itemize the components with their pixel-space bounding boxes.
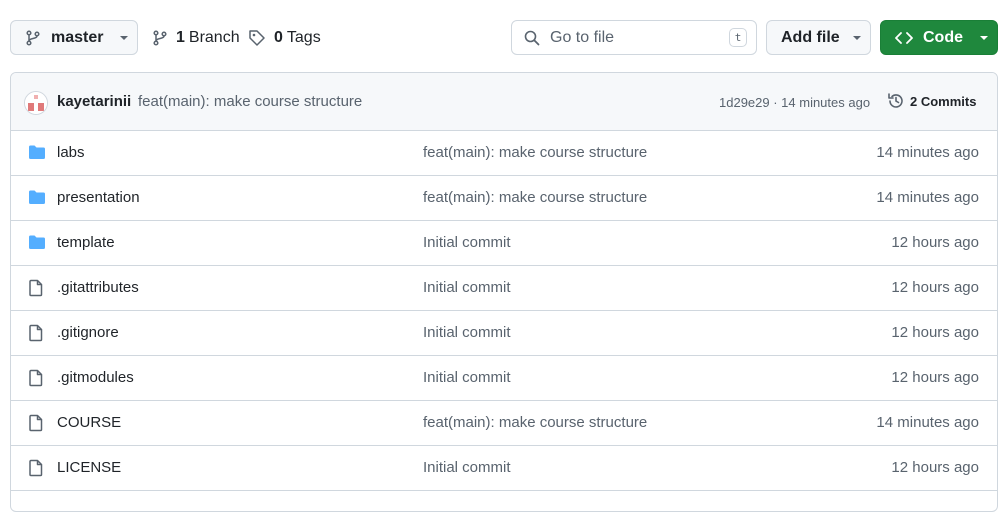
file-row[interactable]: .gitmodules Initial commit 12 hours ago <box>11 356 997 401</box>
branches-link[interactable]: 1 Branch <box>152 20 240 55</box>
file-icon <box>28 369 44 391</box>
file-name-link[interactable]: .gitmodules <box>57 369 134 386</box>
file-icon <box>28 459 44 481</box>
commits-history-link[interactable]: 2 Commits <box>887 92 976 110</box>
file-commit-age: 12 hours ago <box>891 324 979 341</box>
code-button[interactable]: Code <box>880 20 998 55</box>
file-name-link[interactable]: labs <box>57 144 85 161</box>
git-branch-icon <box>153 29 167 46</box>
branch-label: master <box>51 28 104 46</box>
file-name-link[interactable]: .gitignore <box>57 324 119 341</box>
chevron-down-icon <box>852 35 861 40</box>
file-icon <box>28 414 44 436</box>
file-name-link[interactable]: .gitattributes <box>57 279 139 296</box>
file-row[interactable]: labs feat(main): make course structure 1… <box>11 131 997 176</box>
file-list: labs feat(main): make course structure 1… <box>11 131 997 491</box>
file-commit-message[interactable]: Initial commit <box>423 324 511 341</box>
file-commit-age: 12 hours ago <box>891 279 979 296</box>
file-commit-message[interactable]: Initial commit <box>423 279 511 296</box>
file-row[interactable]: COURSE feat(main): make course structure… <box>11 401 997 446</box>
commit-message-link[interactable]: feat(main): make course structure <box>138 93 362 110</box>
file-commit-age: 12 hours ago <box>891 369 979 386</box>
history-icon <box>888 93 903 108</box>
file-row[interactable]: .gitattributes Initial commit 12 hours a… <box>11 266 997 311</box>
file-name-link[interactable]: template <box>57 234 115 251</box>
file-row[interactable]: .gitignore Initial commit 12 hours ago <box>11 311 997 356</box>
chevron-down-icon <box>120 35 129 40</box>
file-commit-message[interactable]: feat(main): make course structure <box>423 189 647 206</box>
tag-icon <box>249 29 265 46</box>
search-icon <box>524 30 540 45</box>
code-label: Code <box>923 28 963 46</box>
file-name-link[interactable]: COURSE <box>57 414 121 431</box>
folder-icon <box>28 189 46 209</box>
file-commit-message[interactable]: feat(main): make course structure <box>423 414 647 431</box>
file-name-link[interactable]: LICENSE <box>57 459 121 476</box>
search-placeholder: Go to file <box>550 28 615 46</box>
tags-link[interactable]: 0 Tags <box>248 20 321 55</box>
file-commit-age: 12 hours ago <box>891 459 979 476</box>
file-commit-message[interactable]: Initial commit <box>423 234 511 251</box>
file-name-link[interactable]: presentation <box>57 189 140 206</box>
chevron-down-icon <box>980 35 988 40</box>
file-icon <box>28 324 44 346</box>
branches-count: 1 <box>176 28 185 46</box>
file-commit-message[interactable]: feat(main): make course structure <box>423 144 647 161</box>
commit-sha-time[interactable]: 1d29e29 · 14 minutes ago <box>719 95 870 110</box>
git-branch-icon <box>26 29 40 46</box>
avatar[interactable] <box>24 91 48 115</box>
go-to-file-search[interactable]: Go to file t <box>511 20 757 55</box>
commit-author-link[interactable]: kayetarinii <box>57 93 131 110</box>
file-row[interactable]: LICENSE Initial commit 12 hours ago <box>11 446 997 491</box>
commits-count: 2 Commits <box>910 93 977 109</box>
file-icon <box>28 279 44 301</box>
repo-toolbar: master 1 Branch 0 Tags Go to file t Add … <box>0 0 1004 72</box>
add-file-label: Add file <box>781 28 840 46</box>
branches-label: Branch <box>188 28 240 46</box>
file-commit-age: 14 minutes ago <box>876 189 979 206</box>
folder-icon <box>28 234 46 254</box>
file-row[interactable]: presentation feat(main): make course str… <box>11 176 997 221</box>
file-commit-age: 14 minutes ago <box>876 414 979 431</box>
file-row[interactable]: template Initial commit 12 hours ago <box>11 221 997 266</box>
latest-commit-bar: kayetarinii feat(main): make course stru… <box>11 73 997 131</box>
code-icon <box>895 31 913 44</box>
shortcut-key-badge: t <box>729 28 747 47</box>
tags-count: 0 <box>274 28 283 46</box>
file-commit-age: 14 minutes ago <box>876 144 979 161</box>
file-table: kayetarinii feat(main): make course stru… <box>10 72 998 512</box>
folder-icon <box>28 144 46 164</box>
add-file-button[interactable]: Add file <box>766 20 871 55</box>
branch-selector-button[interactable]: master <box>10 20 138 55</box>
file-commit-message[interactable]: Initial commit <box>423 459 511 476</box>
file-commit-age: 12 hours ago <box>891 234 979 251</box>
file-commit-message[interactable]: Initial commit <box>423 369 511 386</box>
tags-label: Tags <box>286 28 321 46</box>
